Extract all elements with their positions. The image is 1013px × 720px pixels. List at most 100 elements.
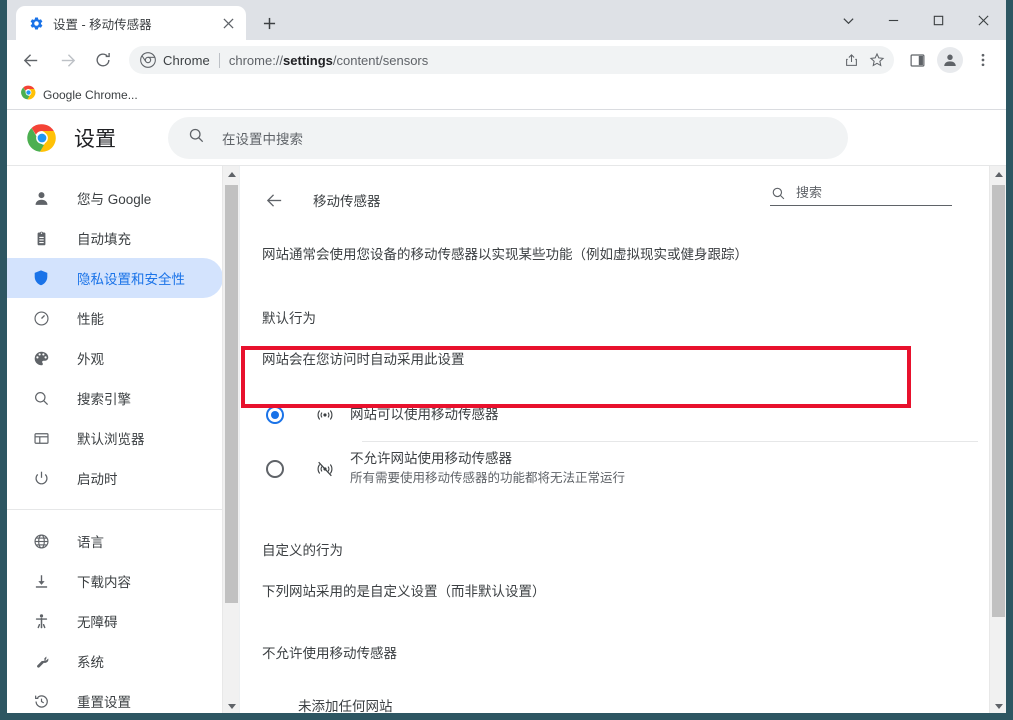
search-icon [770,185,786,201]
accessibility-icon [31,611,51,631]
sidebar-item-you-and-google[interactable]: 您与 Google [7,178,223,218]
search-icon [188,127,205,149]
scroll-down-arrow-icon[interactable] [223,698,239,713]
default-behavior-options: 网站可以使用移动传感器 不允许网站使用移动传感器 所有需要使用移动传感器的功能都… [240,388,1006,495]
block-group-label: 不允许使用移动传感器 [262,646,397,661]
scroll-up-arrow-icon[interactable] [990,166,1006,183]
share-icon[interactable] [838,47,864,73]
browser-window-icon [31,428,51,448]
minimize-icon[interactable] [871,4,916,37]
chrome-logo-icon [21,85,36,105]
sidebar-item-accessibility[interactable]: 无障碍 [7,601,223,641]
back-arrow-icon[interactable] [262,188,286,212]
omnibox-url: chrome://settings/content/sensors [229,53,838,68]
sidebar-item-autofill[interactable]: 自动填充 [7,218,223,258]
sidebar-item-default-browser[interactable]: 默认浏览器 [7,418,223,458]
sidebar-item-label: 默认浏览器 [77,432,145,447]
custom-behavior-sub: 下列网站采用的是自定义设置（而非默认设置） [262,584,546,599]
url-prefix: chrome:// [228,52,284,68]
person-icon [31,188,51,208]
sidebar-item-search-engine[interactable]: 搜索引擎 [7,378,223,418]
sidebar-item-label: 无障碍 [77,615,118,630]
tab-strip: 设置 - 移动传感器 [7,0,1006,40]
radio-button[interactable] [266,459,284,478]
sensor-description: 网站通常会使用您设备的移动传感器以实现某些功能（例如虚拟现实或健身跟踪） [262,247,748,262]
block-group-empty-note: 未添加任何网站 [298,699,393,714]
sidebar-item-downloads[interactable]: 下载内容 [7,561,223,601]
maximize-icon[interactable] [916,4,961,37]
wrench-icon [31,651,51,671]
sidebar-item-privacy-security[interactable]: 隐私设置和安全性 [7,258,223,298]
subpage-title: 移动传感器 [313,194,381,209]
download-icon [31,571,51,591]
option-subtitle: 所有需要使用移动传感器的功能都将无法正常运行 [350,471,626,485]
address-bar[interactable]: Chrome chrome://settings/content/sensors [129,46,894,74]
forward-icon[interactable] [52,45,82,75]
radio-button[interactable] [266,405,284,424]
sidebar-item-label: 启动时 [77,472,118,487]
option-title: 网站可以使用移动传感器 [350,406,499,422]
sidebar-item-label: 自动填充 [77,232,131,247]
settings-header: 设置 在设置中搜索 [7,110,1006,166]
chrome-logo-icon [140,52,156,68]
sidebar-divider [7,509,239,510]
subpage-search-input[interactable]: 搜索 [770,182,952,206]
scroll-down-arrow-icon[interactable] [990,698,1006,713]
sidebar-item-appearance[interactable]: 外观 [7,338,223,378]
page-title: 设置 [74,127,116,151]
bookmark-label: Google Chrome... [43,87,138,102]
omnibox-actions [838,47,890,73]
content-area: 您与 Google 自动填充 隐私设置和安全性 性能 外观 搜索引擎 默认浏览器… [7,166,1006,714]
option-text: 不允许网站使用移动传感器 所有需要使用移动传感器的功能都将无法正常运行 [350,450,625,487]
speedometer-icon [31,308,51,328]
browser-tab[interactable]: 设置 - 移动传感器 [16,6,246,40]
option-text: 网站可以使用移动传感器 [350,406,499,424]
url-suffix: /content/sensors [332,52,429,68]
power-icon [31,468,51,488]
custom-behavior-label: 自定义的行为 [262,543,343,558]
sidebar-item-label: 外观 [77,352,104,367]
profile-avatar-icon[interactable] [937,47,963,73]
bookmark-star-icon[interactable] [864,47,890,73]
sidebar-item-performance[interactable]: 性能 [7,298,223,338]
globe-icon [31,531,51,551]
clipboard-icon [31,228,51,248]
settings-main-pane: 移动传感器 搜索 网站通常会使用您设备的移动传感器以实现某些功能（例如虚拟现实或… [239,166,1006,714]
sidebar-item-reset-settings[interactable]: 重置设置 [7,681,223,713]
sidebar-item-label: 系统 [77,655,104,670]
sidebar-item-label: 您与 Google [77,192,152,207]
sensor-off-icon [314,458,336,480]
sidebar-item-label: 隐私设置和安全性 [77,272,185,287]
bookmark-item[interactable]: Google Chrome... [17,82,146,108]
chrome-logo-icon [27,123,57,153]
three-dot-menu-icon[interactable] [968,45,998,75]
sidebar-scrollbar[interactable] [222,166,239,713]
sensor-on-icon [314,404,336,426]
settings-search-input[interactable]: 在设置中搜索 [168,116,848,159]
chevron-down-icon[interactable] [826,4,871,37]
search-icon [31,388,51,408]
history-restore-icon [31,691,51,711]
reload-icon[interactable] [88,45,118,75]
back-icon[interactable] [16,45,46,75]
close-window-icon[interactable] [961,4,1006,37]
scroll-up-arrow-icon[interactable] [223,166,239,183]
sidebar-item-label: 性能 [77,312,104,327]
settings-gear-icon [28,15,44,31]
sidebar-item-on-startup[interactable]: 启动时 [7,458,223,498]
option-title: 不允许网站使用移动传感器 [350,451,512,466]
close-icon[interactable] [218,13,238,33]
bookmark-bar: Google Chrome... [7,80,1006,110]
radio-option-allow-sensors[interactable]: 网站可以使用移动传感器 [240,388,1006,441]
radio-option-block-sensors[interactable]: 不允许网站使用移动传感器 所有需要使用移动传感器的功能都将无法正常运行 [240,442,1006,495]
side-panel-icon[interactable] [902,45,932,75]
shield-icon [31,268,51,288]
sidebar-item-system[interactable]: 系统 [7,641,223,681]
new-tab-button[interactable] [255,9,283,37]
page-scrollbar-thumb[interactable] [992,185,1005,617]
sidebar-scrollbar-thumb[interactable] [225,185,238,603]
settings-sidebar: 您与 Google 自动填充 隐私设置和安全性 性能 外观 搜索引擎 默认浏览器… [7,166,239,713]
page-scrollbar[interactable] [989,166,1006,713]
sidebar-item-label: 下载内容 [77,575,131,590]
sidebar-item-languages[interactable]: 语言 [7,521,223,561]
